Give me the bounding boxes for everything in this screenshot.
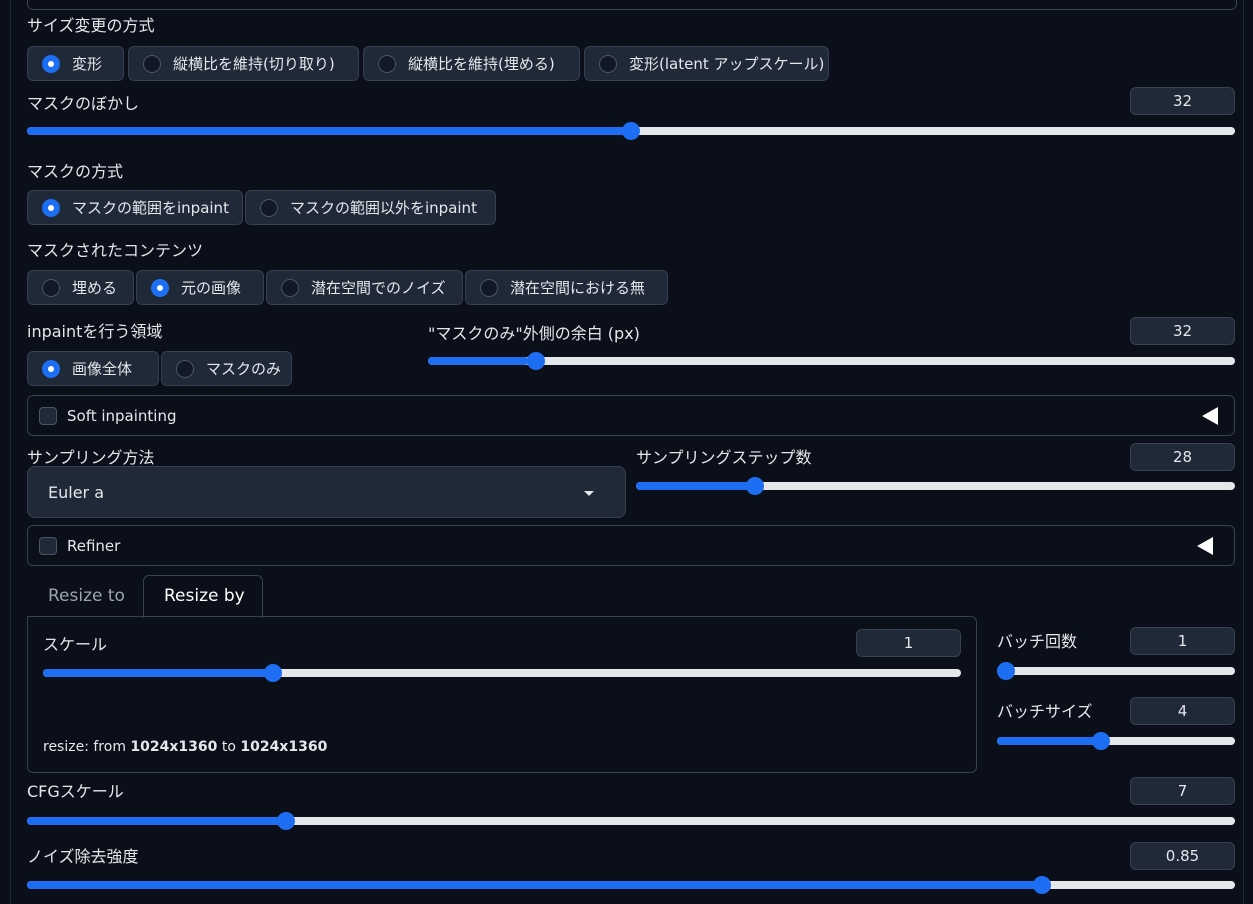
resize-info-text: resize: from 1024x1360 to 1024x1360 — [43, 739, 328, 755]
slider-thumb[interactable] — [1032, 876, 1051, 894]
inpaint-area-option-whole[interactable]: 画像全体 — [27, 351, 159, 386]
radio-empty-icon — [480, 278, 498, 297]
scale-label: スケール — [43, 635, 108, 654]
masked-content-option-fill[interactable]: 埋める — [27, 270, 134, 305]
steps-label: サンプリングステップ数 — [636, 448, 812, 467]
soft-inpainting-checkbox[interactable] — [39, 407, 57, 425]
cfg-scale-number-input[interactable]: 7 — [1130, 777, 1235, 805]
mask-blur-label: マスクのぼかし — [27, 94, 140, 113]
inpaint-area-label: inpaintを行う領域 — [27, 322, 163, 341]
radio-selected-icon — [42, 198, 60, 217]
resize-mode-radio-group: 変形 縦横比を維持(切り取り) 縦横比を維持(埋める) 変形(latent アッ… — [27, 46, 829, 81]
masked-content-option-latent-nothing[interactable]: 潜在空間における無 — [465, 270, 668, 305]
slider-thumb[interactable] — [263, 664, 282, 682]
masked-content-option-original[interactable]: 元の画像 — [136, 270, 264, 305]
resize-mode-option-crop[interactable]: 縦横比を維持(切り取り) — [128, 46, 359, 81]
right-scroll-divider — [1243, 0, 1244, 904]
cfg-scale-slider[interactable] — [27, 811, 1235, 831]
radio-empty-icon — [42, 278, 60, 297]
slider-thumb[interactable] — [1091, 732, 1110, 750]
steps-number-input[interactable]: 28 — [1130, 443, 1235, 471]
slider-thumb[interactable] — [622, 122, 640, 140]
resize-mode-option-fill[interactable]: 縦横比を維持(埋める) — [363, 46, 580, 81]
inpaint-area-radio-group: 画像全体 マスクのみ — [27, 351, 292, 386]
sampler-selected-value: Euler a — [48, 483, 105, 502]
refiner-label: Refiner — [67, 537, 121, 555]
radio-empty-icon — [260, 198, 278, 217]
denoising-label: ノイズ除去強度 — [27, 847, 139, 866]
cfg-scale-label: CFGスケール — [27, 782, 124, 801]
resize-mode-option-stretch[interactable]: 変形 — [27, 46, 124, 81]
radio-empty-icon — [378, 54, 396, 73]
tab-resize-to[interactable]: Resize to — [48, 586, 125, 606]
mask-mode-option-inpaint-not-masked[interactable]: マスクの範囲以外をinpaint — [245, 190, 496, 225]
batch-count-number-input[interactable]: 1 — [1130, 627, 1235, 655]
radio-empty-icon — [281, 278, 299, 297]
left-divider — [10, 0, 11, 904]
inpaint-area-option-only-masked[interactable]: マスクのみ — [161, 351, 292, 386]
padding-label: "マスクのみ"外側の余白 (px) — [428, 324, 640, 343]
radio-selected-icon — [42, 54, 60, 73]
previous-panel-edge — [27, 0, 1237, 10]
mask-blur-number-input[interactable]: 32 — [1130, 87, 1235, 115]
denoising-slider[interactable] — [27, 875, 1235, 895]
collapse-triangle-icon[interactable] — [1202, 407, 1218, 425]
resize-mode-option-latent[interactable]: 変形(latent アップスケール) — [584, 46, 829, 81]
mask-mode-label: マスクの方式 — [27, 162, 124, 181]
slider-thumb[interactable] — [276, 812, 295, 830]
sampler-label: サンプリング方法 — [27, 448, 155, 467]
mask-blur-slider[interactable] — [27, 121, 1235, 141]
sampler-dropdown[interactable]: Euler a — [27, 466, 626, 518]
batch-size-slider[interactable] — [997, 731, 1235, 751]
padding-slider[interactable] — [428, 351, 1235, 371]
slider-thumb[interactable] — [746, 477, 765, 495]
radio-selected-icon — [42, 359, 60, 378]
radio-empty-icon — [143, 54, 161, 73]
slider-thumb[interactable] — [997, 662, 1015, 680]
scale-number-input[interactable]: 1 — [856, 629, 961, 657]
steps-slider[interactable] — [636, 476, 1235, 496]
denoising-number-input[interactable]: 0.85 — [1130, 842, 1235, 870]
masked-content-label: マスクされたコンテンツ — [27, 241, 204, 260]
masked-content-radio-group: 埋める 元の画像 潜在空間でのノイズ 潜在空間における無 — [27, 270, 668, 305]
tab-resize-by[interactable]: Resize by — [164, 586, 245, 606]
radio-empty-icon — [176, 359, 194, 378]
radio-empty-icon — [599, 54, 617, 73]
scale-slider[interactable] — [43, 663, 961, 683]
slider-thumb[interactable] — [526, 352, 545, 370]
batch-count-slider[interactable] — [997, 661, 1235, 681]
resize-mode-label: サイズ変更の方式 — [27, 16, 155, 35]
chevron-down-icon — [584, 491, 594, 496]
refiner-accordion[interactable]: Refiner — [27, 525, 1235, 566]
padding-number-input[interactable]: 32 — [1130, 317, 1235, 345]
batch-size-number-input[interactable]: 4 — [1130, 697, 1235, 725]
radio-selected-icon — [151, 278, 169, 297]
mask-mode-option-inpaint-masked[interactable]: マスクの範囲をinpaint — [27, 190, 243, 225]
batch-size-label: バッチサイズ — [997, 702, 1093, 721]
masked-content-option-latent-noise[interactable]: 潜在空間でのノイズ — [266, 270, 463, 305]
batch-count-label: バッチ回数 — [997, 632, 1078, 651]
resize-by-panel: スケール 1 resize: from 1024x1360 to 1024x13… — [27, 616, 977, 773]
refiner-checkbox[interactable] — [39, 537, 57, 555]
mask-mode-radio-group: マスクの範囲をinpaint マスクの範囲以外をinpaint — [27, 190, 496, 225]
collapse-triangle-icon[interactable] — [1197, 537, 1213, 555]
soft-inpainting-accordion[interactable]: Soft inpainting — [27, 395, 1235, 436]
soft-inpainting-label: Soft inpainting — [67, 407, 177, 425]
